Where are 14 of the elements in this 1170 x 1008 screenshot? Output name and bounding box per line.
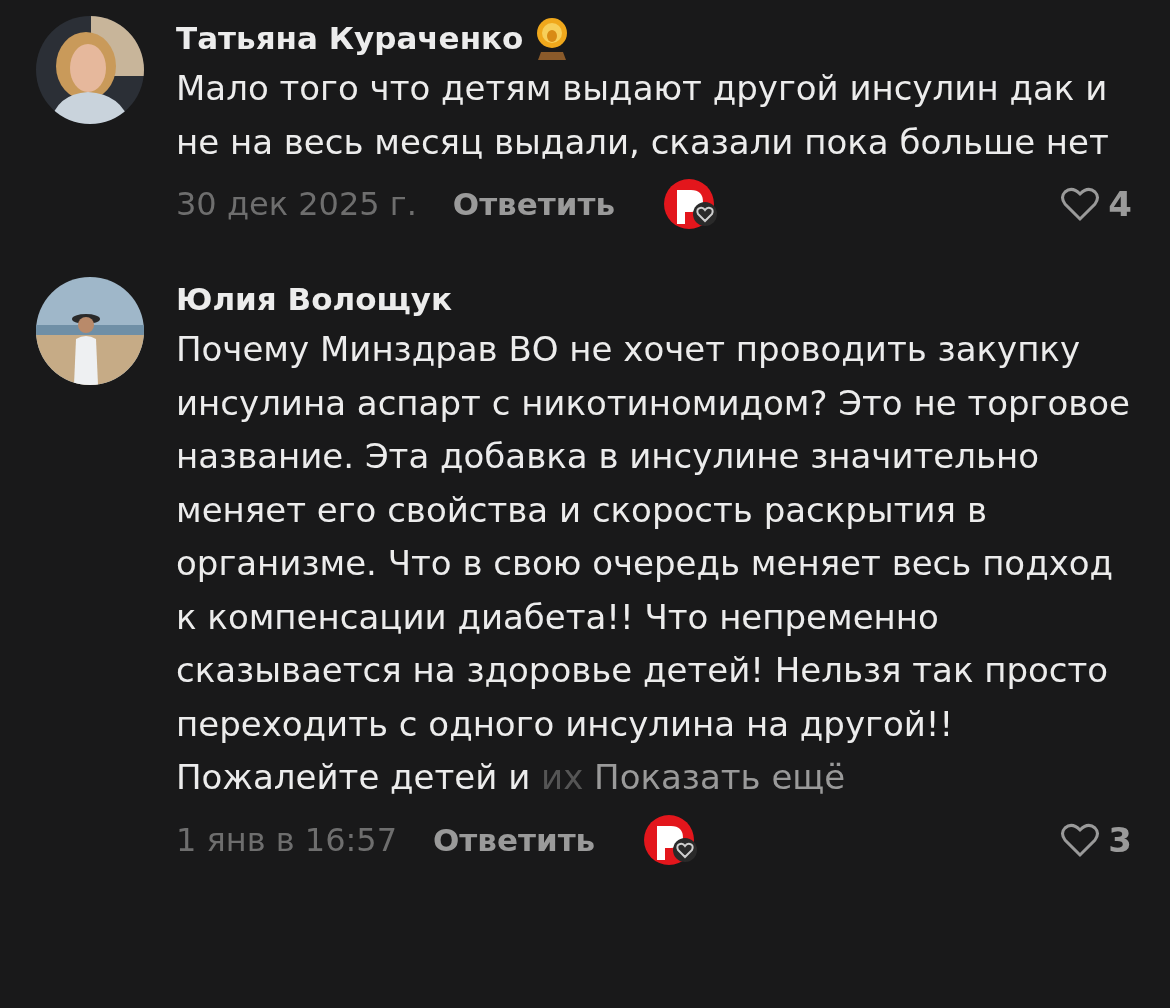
- comment-date: 1 янв в 16:57: [176, 820, 397, 859]
- like-button[interactable]: 4: [1060, 184, 1132, 224]
- heart-icon: [1060, 186, 1101, 222]
- reaction-icon[interactable]: [663, 176, 720, 232]
- show-more-link[interactable]: Показать ещё: [594, 757, 846, 797]
- like-button[interactable]: 3: [1060, 819, 1132, 860]
- heart-icon: [1060, 821, 1101, 858]
- reply-button[interactable]: Ответить: [433, 821, 596, 858]
- comment-text: Почему Минздрав ВО не хочет проводить закупку инсулина аспарт с никотиномидом? Это не торговое название. Эта добавка в инсулине значительно меняет его свойства и скорость раскрытия в организме. Что в свою очередь меняет весь подход к компенсации диабета!! Что непременно сказывается на здоровье детей! Нельзя так просто переходить с одного инсулина на другой!! Пожалейте детей и их Показать ещё: [176, 328, 1131, 799]
- comment-date: 30 дек 2025 г.: [176, 185, 417, 223]
- reply-button[interactable]: Ответить: [452, 186, 616, 222]
- comment-text: Мало того что детям выдают другой инсулин дак и не на весь месяц выдали, сказали пока больше нет: [176, 67, 1110, 164]
- author-name[interactable]: Юлия Волощук: [176, 281, 452, 317]
- author-name[interactable]: Татьяна Кураченко: [176, 20, 524, 56]
